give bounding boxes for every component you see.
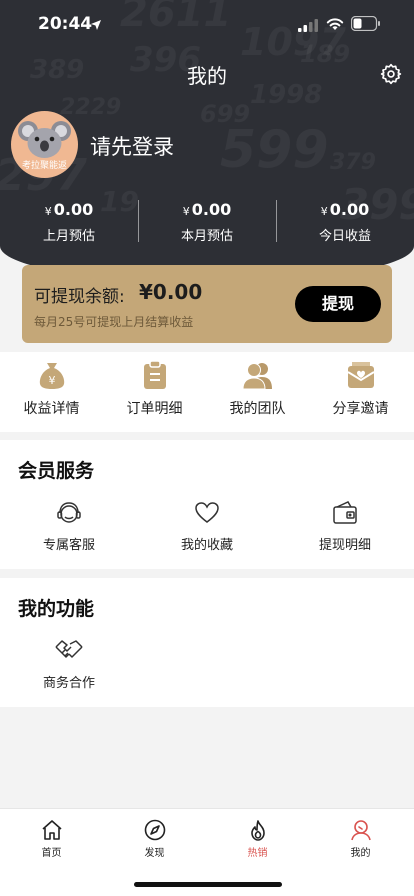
stat-label: 本月预估 bbox=[180, 229, 233, 244]
tab-mine[interactable]: 我的 bbox=[309, 819, 412, 859]
service-label: 我的收藏 bbox=[180, 538, 233, 553]
handshake-icon bbox=[55, 640, 83, 658]
page-title: 我的 bbox=[187, 64, 227, 88]
wifi-icon bbox=[326, 16, 344, 35]
service-label: 专属客服 bbox=[42, 538, 95, 553]
status-bar: 20:44 bbox=[0, 0, 414, 48]
quick-item-orders[interactable]: 订单明细 bbox=[103, 360, 206, 418]
gear-icon[interactable] bbox=[380, 63, 402, 89]
tab-discover[interactable]: 发现 bbox=[103, 819, 206, 859]
stat-value: ¥0.00 bbox=[182, 200, 232, 219]
stat-last-month: ¥0.00 上月预估 bbox=[0, 200, 138, 244]
compass-icon bbox=[144, 819, 165, 841]
section-title: 会员服务 bbox=[18, 460, 95, 482]
home-icon bbox=[41, 820, 62, 840]
tab-hot[interactable]: 热销 bbox=[206, 819, 309, 859]
location-arrow-icon bbox=[90, 16, 102, 35]
stat-this-month: ¥0.00 本月预估 bbox=[138, 200, 276, 244]
stat-today: ¥0.00 今日收益 bbox=[276, 200, 414, 244]
envelope-icon bbox=[346, 362, 375, 388]
avatar-brand-text: 考拉聚能返 bbox=[21, 161, 67, 171]
decor-number: 379 bbox=[330, 150, 376, 175]
quick-item-label: 订单明细 bbox=[126, 401, 183, 417]
function-label: 商务合作 bbox=[42, 676, 95, 691]
balance-label: 可提现余额: bbox=[34, 287, 125, 307]
tab-label: 首页 bbox=[41, 848, 62, 859]
avatar[interactable]: 考拉聚能返 bbox=[11, 111, 78, 178]
svg-text:¥: ¥ bbox=[48, 374, 55, 387]
clipboard-icon bbox=[143, 360, 166, 389]
login-prompt[interactable]: 请先登录 bbox=[90, 131, 174, 161]
tab-label: 发现 bbox=[144, 848, 165, 859]
stat-label: 今日收益 bbox=[318, 229, 371, 244]
money-bag-icon: ¥ bbox=[39, 363, 64, 389]
balance-card: 可提现余额: ¥0.00 每月25号可提现上月结算收益 提现 bbox=[22, 265, 392, 343]
stat-label: 上月预估 bbox=[42, 229, 95, 244]
balance-amount: ¥0.00 bbox=[139, 280, 203, 304]
quick-item-label: 收益详情 bbox=[23, 401, 80, 417]
service-favorites[interactable]: 我的收藏 bbox=[138, 500, 276, 553]
tab-label: 热销 bbox=[247, 848, 268, 859]
quick-item-earnings[interactable]: ¥ 收益详情 bbox=[0, 360, 103, 418]
my-functions-section: 我的功能 商务合作 bbox=[0, 578, 414, 707]
signal-icon bbox=[298, 17, 318, 36]
quick-actions: ¥ 收益详情 订单明细 我的团队 分享邀请 bbox=[0, 352, 414, 432]
headset-icon bbox=[57, 502, 81, 523]
quick-item-invite[interactable]: 分享邀请 bbox=[309, 360, 412, 418]
decor-number: 599 bbox=[220, 120, 329, 180]
function-business-cooperation[interactable]: 商务合作 bbox=[0, 638, 138, 691]
decor-number: 2229 bbox=[60, 95, 122, 120]
team-icon bbox=[241, 363, 272, 390]
quick-item-team[interactable]: 我的团队 bbox=[206, 360, 309, 418]
status-time: 20:44 bbox=[38, 14, 93, 34]
tab-label: 我的 bbox=[350, 848, 371, 859]
stat-value: ¥0.00 bbox=[320, 200, 370, 219]
section-title: 我的功能 bbox=[18, 598, 95, 620]
battery-icon bbox=[350, 15, 381, 35]
quick-item-label: 我的团队 bbox=[229, 401, 286, 417]
service-customer-support[interactable]: 专属客服 bbox=[0, 500, 138, 553]
quick-item-label: 分享邀请 bbox=[332, 401, 389, 417]
balance-note: 每月25号可提现上月结算收益 bbox=[34, 315, 194, 329]
wallet-icon bbox=[333, 501, 357, 524]
member-services-section: 会员服务 专属客服 我的收藏 提现明细 bbox=[0, 440, 414, 569]
home-indicator bbox=[134, 882, 282, 887]
withdraw-button[interactable]: 提现 bbox=[295, 286, 381, 322]
flame-icon bbox=[250, 820, 265, 841]
tab-home[interactable]: 首页 bbox=[0, 819, 103, 859]
heart-icon bbox=[195, 502, 219, 523]
stat-value: ¥0.00 bbox=[44, 200, 94, 219]
user-icon bbox=[350, 820, 371, 841]
service-label: 提现明细 bbox=[318, 538, 371, 553]
service-withdraw-details[interactable]: 提现明细 bbox=[276, 500, 414, 553]
